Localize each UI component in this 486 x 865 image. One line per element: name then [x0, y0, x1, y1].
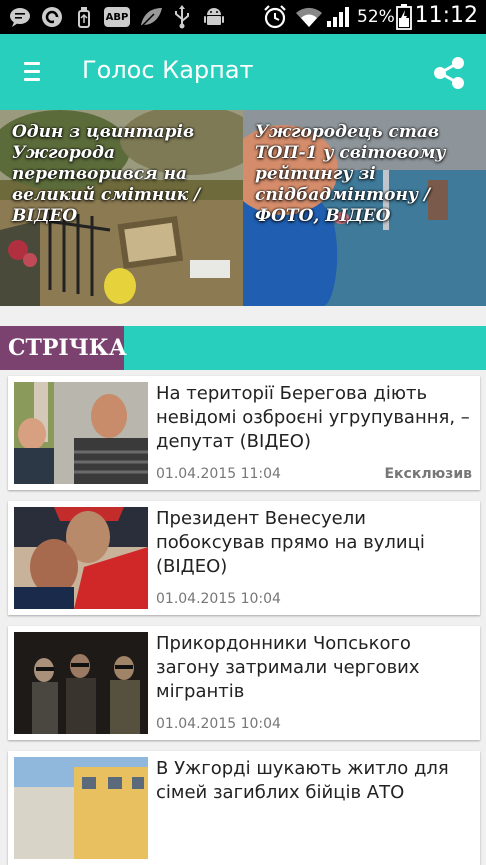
battery-icon	[396, 4, 412, 30]
adblock-icon: ABP	[104, 7, 130, 27]
news-item[interactable]: На території Берегова діють невідомі озб…	[8, 376, 480, 490]
news-thumbnail	[14, 632, 148, 734]
leaf-icon	[138, 5, 164, 29]
news-title: В Ужгорді шукають житло для сімей загибл…	[156, 758, 449, 803]
menu-icon[interactable]	[24, 62, 40, 82]
chat-icon	[8, 5, 32, 29]
clock: 11:12	[414, 3, 478, 28]
news-item[interactable]: Прикордонники Чопського загону затримали…	[8, 626, 480, 740]
status-bar: ABP 52% 11:12	[0, 0, 486, 34]
news-item[interactable]: Президент Венесуели побоксував прямо на …	[8, 501, 480, 615]
news-date: 01.04.2015 10:04	[156, 716, 281, 732]
featured-carousel: Один з цвинтарів Ужгорода перетворився н…	[0, 110, 486, 306]
alarm-icon	[262, 5, 288, 29]
news-date: 01.04.2015 10:04	[156, 591, 281, 607]
wifi-icon	[294, 5, 324, 29]
news-thumbnail	[14, 382, 148, 484]
app-bar: Голос Карпат	[0, 34, 486, 110]
news-tag: Ексклюзив	[384, 466, 472, 482]
usb-icon	[76, 5, 92, 29]
news-date: 01.04.2015 11:04	[156, 466, 281, 482]
battery-percent: 52%	[357, 7, 395, 27]
news-title: Президент Венесуели побоксував прямо на …	[156, 508, 425, 577]
android-icon	[202, 5, 226, 29]
featured-card[interactable]: Ужгородець став ТОП-1 у світовому рейтин…	[243, 110, 486, 306]
share-icon[interactable]	[430, 54, 468, 92]
news-title: Прикордонники Чопського загону затримали…	[156, 633, 420, 702]
sync-icon	[40, 5, 64, 29]
app-title: Голос Карпат	[82, 56, 254, 84]
usb-icon	[172, 5, 192, 29]
news-title: На території Берегова діють невідомі озб…	[156, 383, 470, 452]
featured-caption: Ужгородець став ТОП-1 у світовому рейтин…	[255, 122, 446, 226]
featured-card[interactable]: Один з цвинтарів Ужгорода перетворився н…	[0, 110, 243, 306]
featured-caption: Один з цвинтарів Ужгорода перетворився н…	[12, 122, 201, 226]
section-header: СТРІЧКА	[0, 326, 486, 370]
section-label: СТРІЧКА	[0, 326, 127, 370]
news-thumbnail	[14, 757, 148, 859]
news-thumbnail	[14, 507, 148, 609]
news-item[interactable]: В Ужгорді шукають житло для сімей загибл…	[8, 751, 480, 865]
signal-icon	[326, 5, 352, 29]
